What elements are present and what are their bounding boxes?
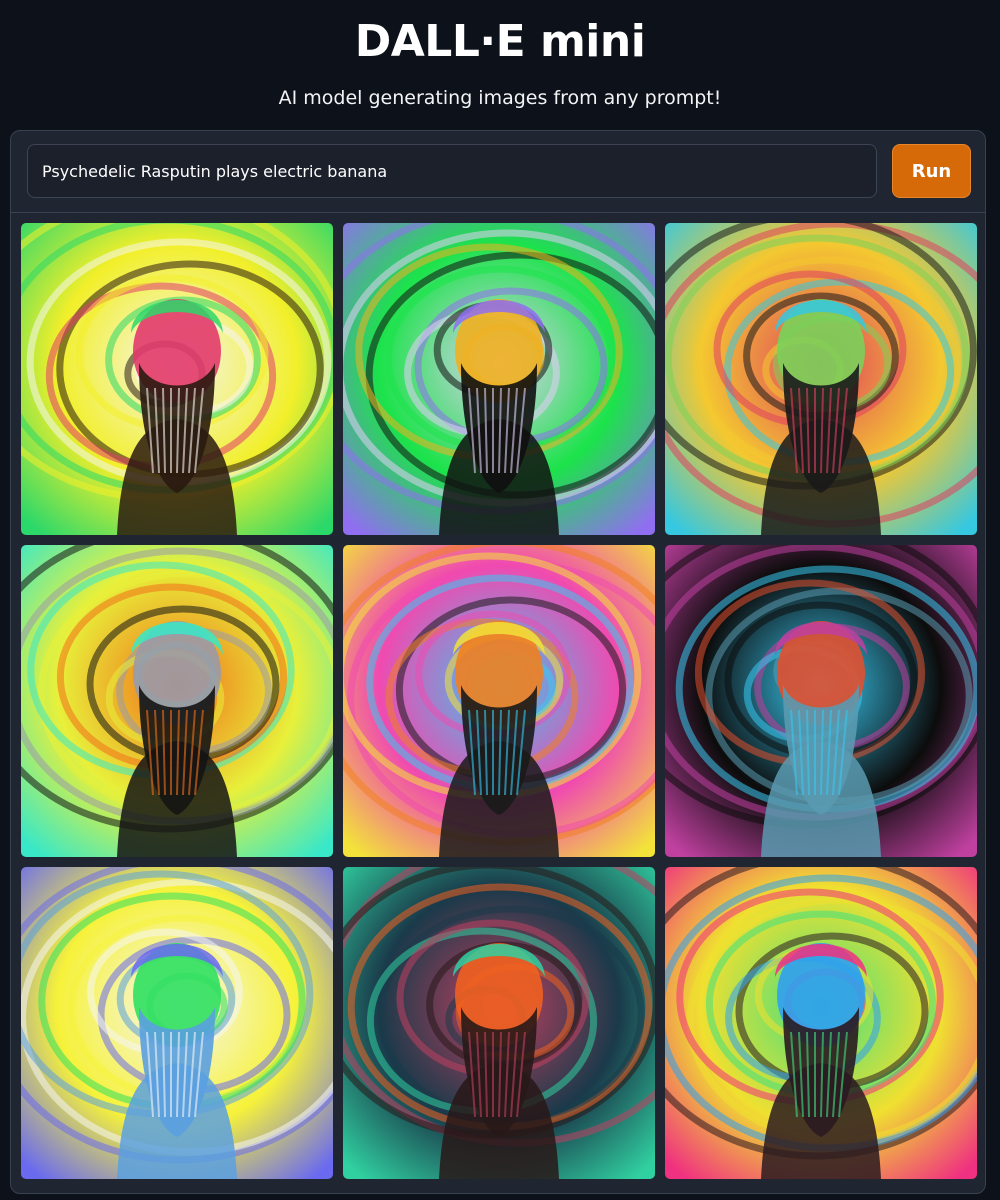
generated-image-7 xyxy=(21,867,333,1179)
gallery-image[interactable] xyxy=(21,223,333,535)
prompt-input[interactable] xyxy=(27,144,877,198)
gallery-image[interactable] xyxy=(21,867,333,1179)
dalle-mini-page: DALL·E mini AI model generating images f… xyxy=(0,0,1000,1200)
generated-image-9 xyxy=(665,867,977,1179)
gallery-image[interactable] xyxy=(343,867,655,1179)
generated-image-3 xyxy=(665,223,977,535)
generated-image-5 xyxy=(343,545,655,857)
page-subtitle: AI model generating images from any prom… xyxy=(278,87,722,109)
gallery-image[interactable] xyxy=(665,867,977,1179)
gallery-image[interactable] xyxy=(343,223,655,535)
gallery-image[interactable] xyxy=(343,545,655,857)
prompt-row: Run xyxy=(11,131,985,213)
generated-image-8 xyxy=(343,867,655,1179)
gallery-image[interactable] xyxy=(665,223,977,535)
generated-image-2 xyxy=(343,223,655,535)
gallery-image[interactable] xyxy=(21,545,333,857)
generated-image-1 xyxy=(21,223,333,535)
run-button[interactable]: Run xyxy=(892,144,971,198)
generated-image-6 xyxy=(665,545,977,857)
page-title: DALL·E mini xyxy=(354,16,646,67)
main-panel: Run xyxy=(10,130,986,1194)
gallery-image[interactable] xyxy=(665,545,977,857)
generated-image-4 xyxy=(21,545,333,857)
